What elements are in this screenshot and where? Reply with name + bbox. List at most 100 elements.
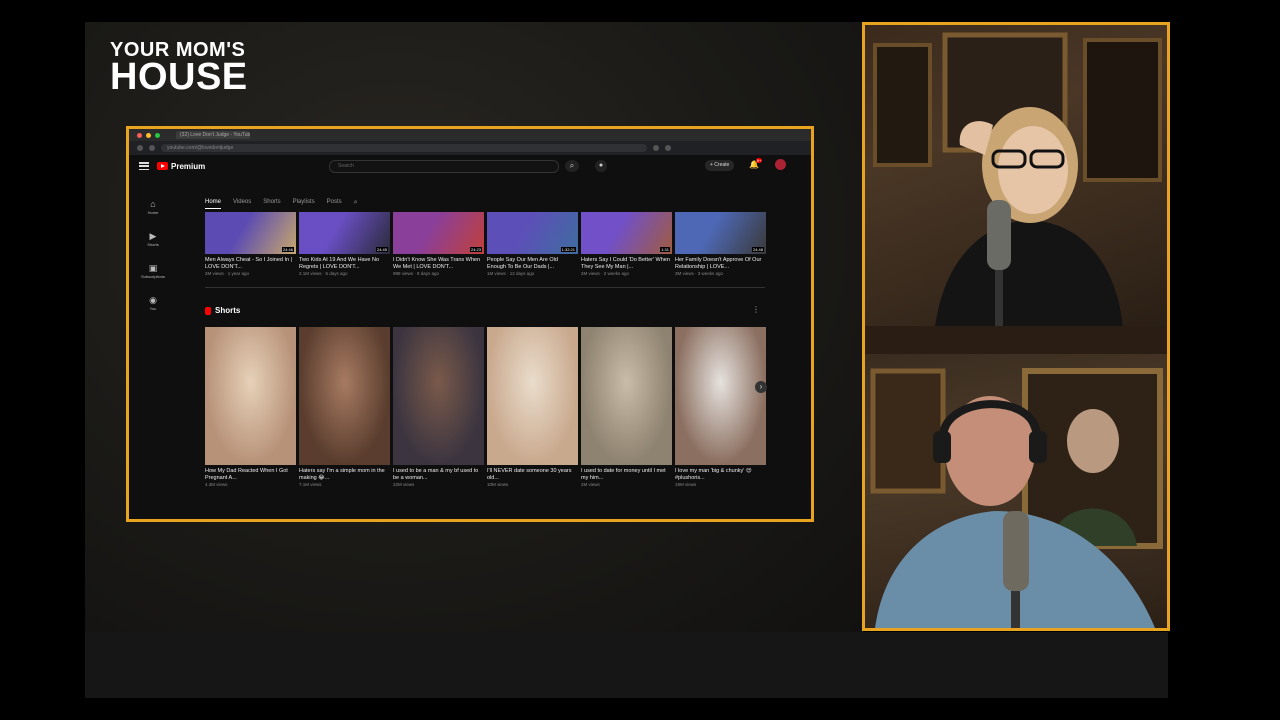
browser-toolbar: youtube.com/@lovedontjudge	[129, 141, 811, 155]
short-card[interactable]: How My Dad Reacted When I Got Pregnant A…	[205, 327, 296, 487]
avatar[interactable]	[775, 159, 786, 170]
short-views: 2M views	[581, 482, 600, 487]
short-thumbnail[interactable]	[393, 327, 484, 465]
webcam-female-scene	[873, 32, 1162, 327]
search-input[interactable]: Search	[329, 160, 559, 173]
sidebar-item-shorts[interactable]: ▶ Shorts	[135, 231, 171, 263]
video-thumbnail[interactable]: 24:48	[675, 212, 766, 254]
hamburger-menu-icon[interactable]	[139, 162, 149, 170]
short-thumbnail[interactable]	[581, 327, 672, 465]
video-meta: 998 views · 8 days ago	[393, 271, 440, 276]
address-bar[interactable]: youtube.com/@lovedontjudge	[161, 144, 647, 152]
tab-home[interactable]: Home	[205, 199, 222, 209]
video-thumbnail[interactable]: 1:31	[581, 212, 672, 254]
short-thumbnail[interactable]	[487, 327, 578, 465]
video-thumbnail[interactable]: 24:45	[299, 212, 390, 254]
video-title[interactable]: Two Kids At 19 And We Have No Regrets | …	[299, 257, 390, 270]
short-title[interactable]: How My Dad Reacted When I Got Pregnant A…	[205, 468, 296, 481]
youtube-logo[interactable]: Premium	[157, 162, 205, 171]
video-title[interactable]: Haters Say I Could 'Do Better' When They…	[581, 257, 672, 270]
video-title[interactable]: People Say Our Men Are Old Enough To Be …	[487, 257, 578, 270]
video-meta: 2M views · 2 weeks ago	[581, 271, 630, 276]
video-duration: 24:45	[375, 247, 388, 252]
short-views: 19M views	[675, 482, 697, 487]
shorts-logo-icon	[205, 306, 211, 315]
short-title[interactable]: I used to date for money until I met my …	[581, 468, 672, 481]
home-icon: ⌂	[150, 199, 156, 209]
video-card[interactable]: 24:45 Two Kids At 19 And We Have No Regre…	[299, 212, 390, 276]
shorts-row: How My Dad Reacted When I Got Pregnant A…	[205, 327, 766, 487]
tab-videos[interactable]: Videos	[233, 199, 251, 209]
video-card[interactable]: 1:31 Haters Say I Could 'Do Better' When …	[581, 212, 672, 276]
sidebar-item-subscriptions[interactable]: ▣ Subscriptions	[135, 263, 171, 295]
video-title[interactable]: Men Always Cheat - So I Joined In | LOVE…	[205, 257, 296, 270]
sidebar-item-you[interactable]: ◉ You	[135, 295, 171, 327]
sidebar-item-home[interactable]: ⌂ Home	[135, 199, 171, 231]
short-title[interactable]: I love my man 'big & chunky' 😍 #plushori…	[675, 468, 766, 481]
you-icon: ◉	[149, 295, 157, 305]
video-card[interactable]: 24:48 Her Family Doesn't Approve Of Our R…	[675, 212, 766, 276]
video-card[interactable]: 24:23 I Didn't Know She Was Trans When We…	[393, 212, 484, 276]
short-card[interactable]: Haters say I'm a simple mom in the makin…	[299, 327, 390, 487]
search-icon[interactable]: ⌕	[565, 160, 579, 172]
maximize-dot-icon[interactable]	[155, 132, 160, 138]
microphone-icon[interactable]: ●	[595, 160, 607, 172]
tab-shorts[interactable]: Shorts	[263, 199, 280, 209]
browser-tab[interactable]: (32) Love Don't Judge - YouTube	[176, 131, 250, 139]
shorts-icon: ▶	[149, 231, 157, 241]
extensions-icon[interactable]	[653, 145, 659, 151]
youtube-header: Premium Search ⌕ ● + Create 🔔 9+	[129, 155, 811, 177]
back-icon[interactable]	[137, 145, 143, 151]
short-views: 22M views	[393, 482, 415, 487]
video-thumbnail[interactable]: 24:23	[393, 212, 484, 254]
short-thumbnail[interactable]	[205, 327, 296, 465]
short-card[interactable]: I love my man 'big & chunky' 😍 #plushori…	[675, 327, 766, 487]
short-title[interactable]: I used to be a man & my bf used to be a …	[393, 468, 484, 481]
screen-share-window: (32) Love Don't Judge - YouTube youtube.…	[126, 126, 814, 522]
video-card[interactable]: 24:46 Men Always Cheat - So I Joined In |…	[205, 212, 296, 276]
notification-badge: 9+	[756, 158, 762, 163]
create-button[interactable]: + Create	[705, 160, 735, 171]
shorts-heading: Shorts	[205, 306, 240, 315]
video-duration: 24:46	[281, 247, 294, 252]
video-meta: 2.1M views · 5 days ago	[299, 271, 348, 276]
youtube-play-icon	[157, 162, 168, 170]
tab-posts[interactable]: Posts	[327, 199, 342, 209]
video-title[interactable]: Her Family Doesn't Approve Of Our Relati…	[675, 257, 766, 270]
short-card[interactable]: I used to be a man & my bf used to be a …	[393, 327, 484, 487]
video-meta: 2M views · 1 year ago	[205, 271, 250, 276]
section-divider	[205, 287, 765, 288]
short-views: 10M views	[487, 482, 509, 487]
channel-tabs: Home Videos Shorts Playlists Posts ⌕	[205, 199, 358, 209]
sidebar-item-label: Shorts	[147, 242, 159, 247]
video-duration: 24:48	[751, 247, 764, 252]
video-card[interactable]: 1:32:21 People Say Our Men Are Old Enough…	[487, 212, 578, 276]
short-card[interactable]: I used to date for money until I met my …	[581, 327, 672, 487]
webcam-host-male	[862, 326, 1170, 631]
channel-search-icon[interactable]: ⌕	[354, 199, 358, 209]
short-views: 7.1M views	[299, 482, 322, 487]
webcam-host-female	[862, 22, 1170, 330]
sidebar-item-label: You	[149, 306, 157, 311]
forward-icon[interactable]	[149, 145, 155, 151]
video-meta: 1M views · 12 days ago	[487, 271, 535, 276]
minimize-dot-icon[interactable]	[146, 132, 151, 138]
short-thumbnail[interactable]	[299, 327, 390, 465]
short-title[interactable]: Haters say I'm a simple mom in the makin…	[299, 468, 390, 481]
show-logo-line2: HOUSE	[110, 56, 248, 98]
profile-icon[interactable]	[665, 145, 671, 151]
more-options-icon[interactable]: ⋮	[752, 305, 760, 314]
short-thumbnail[interactable]	[675, 327, 766, 465]
close-dot-icon[interactable]	[137, 132, 142, 138]
youtube-brand: Premium	[171, 161, 206, 171]
lower-third-bar	[85, 632, 1168, 698]
video-title[interactable]: I Didn't Know She Was Trans When We Met …	[393, 257, 484, 270]
sidebar-item-label: Home	[147, 210, 159, 215]
video-thumbnail[interactable]: 24:46	[205, 212, 296, 254]
tab-playlists[interactable]: Playlists	[293, 199, 315, 209]
video-thumbnail[interactable]: 1:32:21	[487, 212, 578, 254]
short-title[interactable]: I'll NEVER date someone 30 years old...	[487, 468, 578, 481]
short-card[interactable]: I'll NEVER date someone 30 years old... 1…	[487, 327, 578, 487]
show-logo: YOUR MOM'S HOUSE	[110, 40, 248, 96]
next-arrow-icon[interactable]: ›	[755, 381, 767, 393]
